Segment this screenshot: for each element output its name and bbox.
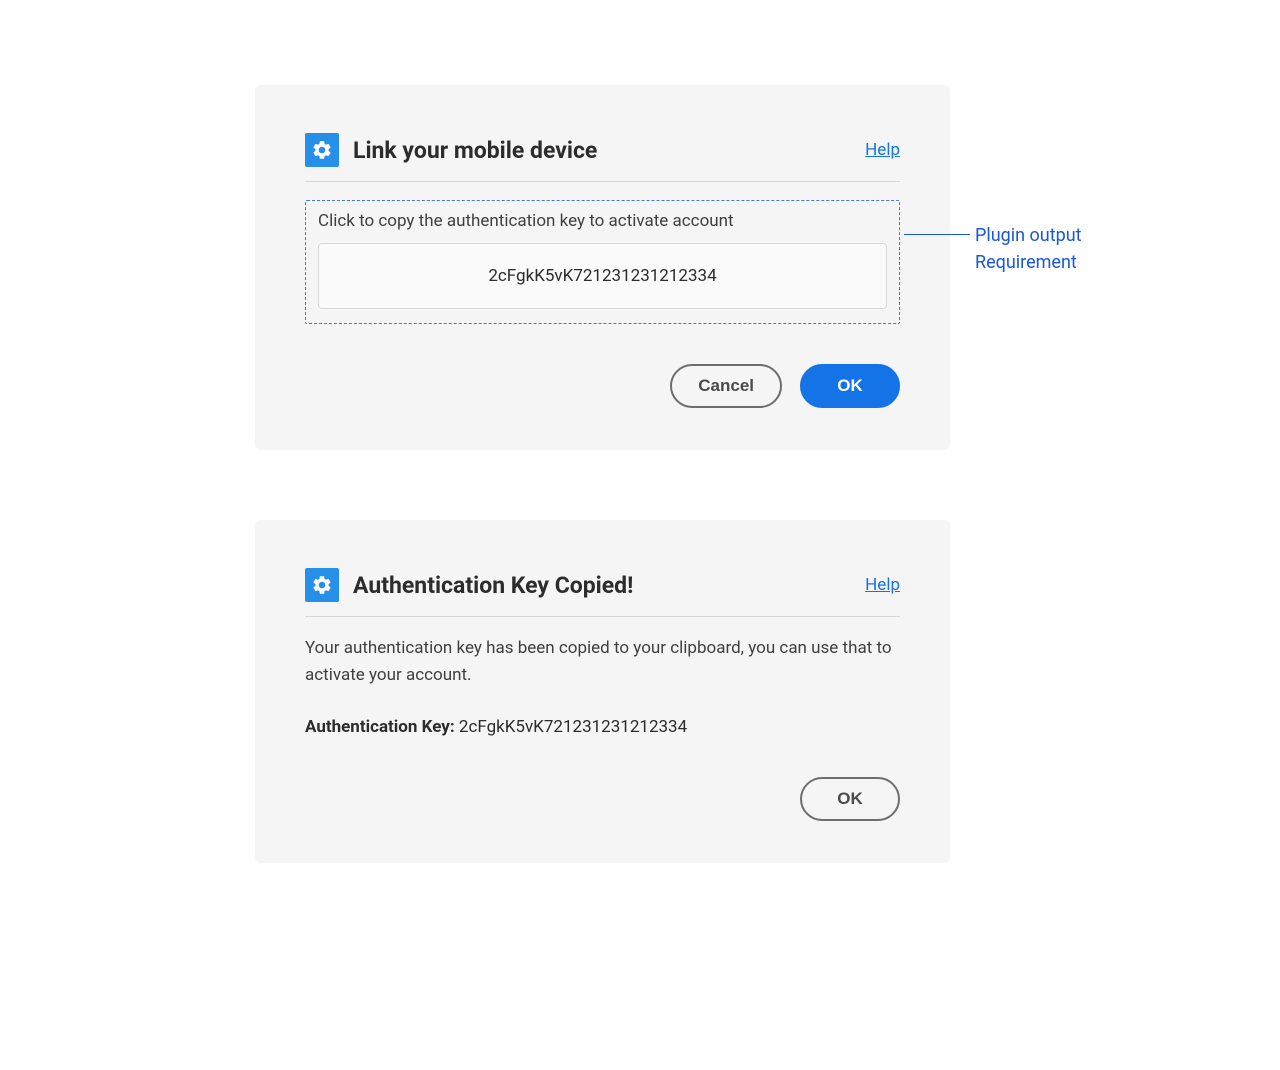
plugin-output-box: Click to copy the authentication key to …	[305, 200, 900, 324]
dialog-title-wrap: Link your mobile device	[305, 133, 597, 167]
auth-key-line: Authentication Key: 2cFgkK5vK72123123121…	[305, 717, 900, 737]
auth-key-value: 2cFgkK5vK721231231212334	[459, 717, 687, 737]
help-link[interactable]: Help	[865, 140, 900, 160]
annotation-label: Plugin output Requirement	[975, 222, 1082, 276]
gear-icon	[305, 133, 339, 167]
annotation-line-1: Plugin output	[975, 222, 1082, 249]
button-row: Cancel OK	[305, 364, 900, 408]
link-device-dialog: Link your mobile device Help Click to co…	[255, 85, 950, 450]
gear-icon	[305, 568, 339, 602]
button-row: OK	[305, 777, 900, 821]
copy-instruction: Click to copy the authentication key to …	[318, 211, 887, 231]
auth-key-field[interactable]: 2cFgkK5vK721231231212334	[318, 243, 887, 309]
annotation-connector	[904, 234, 970, 235]
dialog-header: Authentication Key Copied! Help	[305, 568, 900, 617]
dialog-header: Link your mobile device Help	[305, 133, 900, 182]
annotation-line-2: Requirement	[975, 249, 1082, 276]
cancel-button[interactable]: Cancel	[670, 364, 782, 408]
help-link[interactable]: Help	[865, 575, 900, 595]
auth-key-label: Authentication Key:	[305, 717, 459, 737]
dialog-title-wrap: Authentication Key Copied!	[305, 568, 633, 602]
ok-button[interactable]: OK	[800, 777, 900, 821]
dialog-title: Link your mobile device	[353, 137, 597, 164]
ok-button[interactable]: OK	[800, 364, 900, 408]
dialog-body-text: Your authentication key has been copied …	[305, 635, 900, 689]
key-copied-dialog: Authentication Key Copied! Help Your aut…	[255, 520, 950, 863]
dialog-title: Authentication Key Copied!	[353, 572, 633, 599]
